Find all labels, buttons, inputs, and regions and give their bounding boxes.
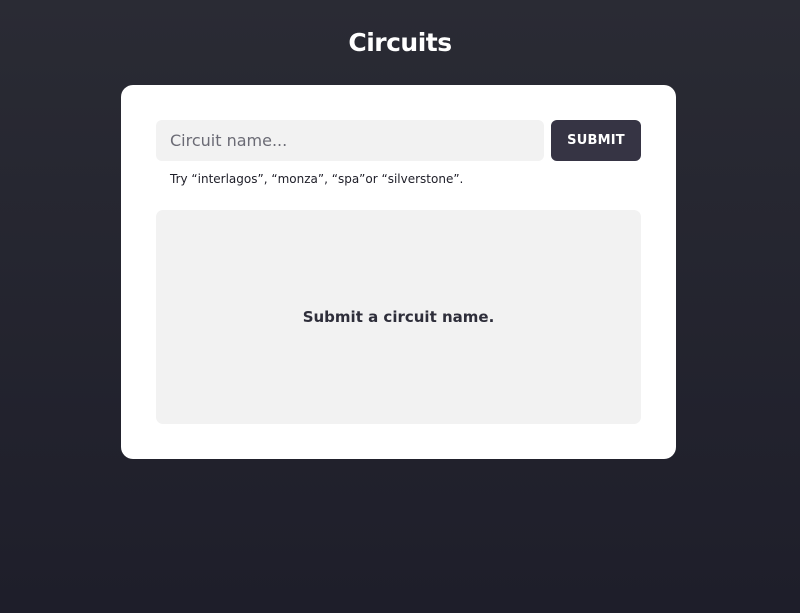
circuit-name-input[interactable] — [156, 120, 544, 161]
submit-button[interactable]: SUBMIT — [551, 120, 641, 161]
page-title: Circuits — [348, 28, 452, 57]
result-panel: Submit a circuit name. — [156, 210, 641, 424]
hint-separator: or — [365, 172, 382, 186]
result-message: Submit a circuit name. — [302, 308, 495, 326]
hint-suffix: . — [459, 172, 464, 186]
search-row: SUBMIT — [156, 120, 641, 161]
search-card: SUBMIT Try “interlagos”, “monza”, “spa”o… — [121, 85, 676, 459]
hint-separator: , — [324, 172, 332, 186]
hint-prefix: Try — [170, 172, 192, 186]
hint-example-monza: “monza” — [271, 172, 325, 186]
hint-example-silverstone: “silverstone” — [381, 172, 460, 186]
example-hint: Try “interlagos”, “monza”, “spa”or “silv… — [170, 172, 463, 186]
hint-example-spa: “spa” — [331, 172, 366, 186]
hint-example-interlagos: “interlagos” — [191, 172, 264, 186]
